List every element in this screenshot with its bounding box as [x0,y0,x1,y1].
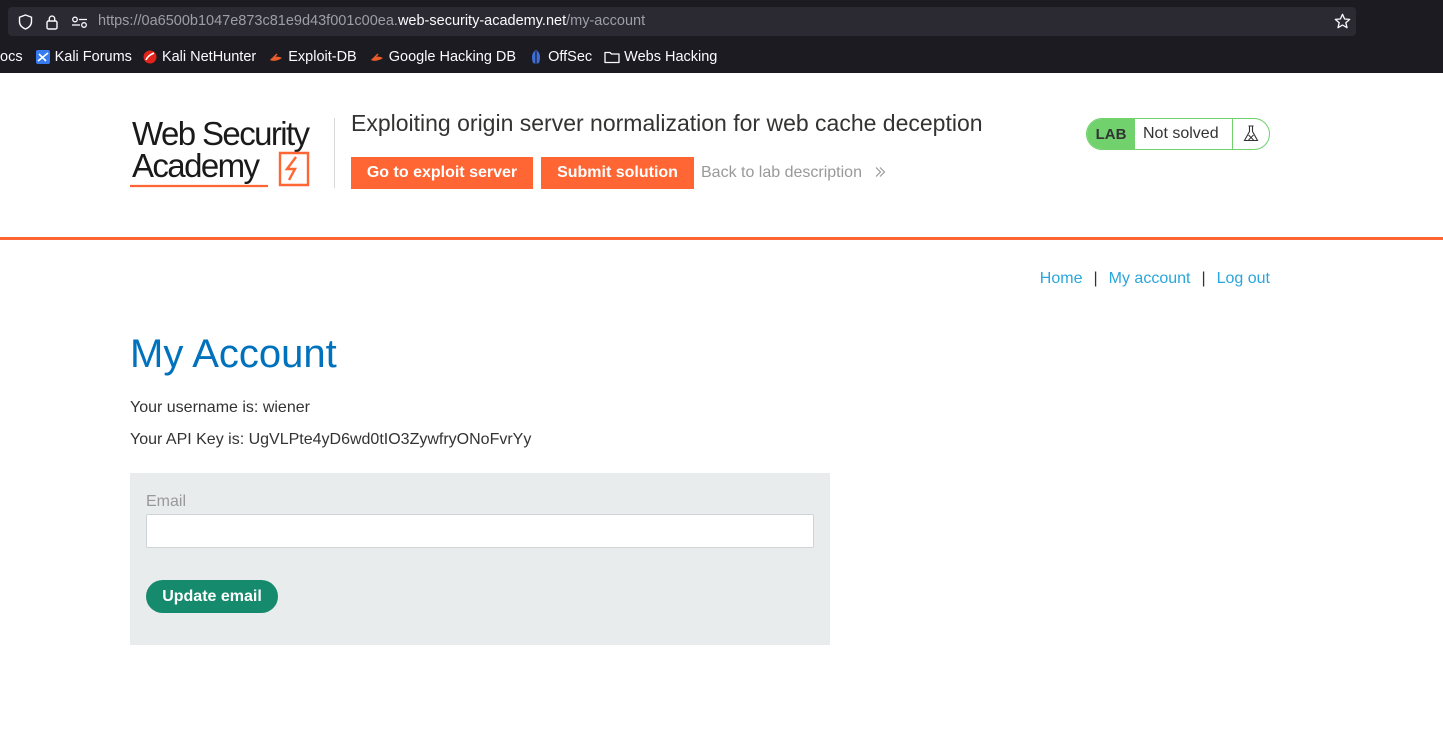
submit-solution-button[interactable]: Submit solution [541,157,694,189]
exploit-db-icon [268,49,284,65]
lab-title: Exploiting origin server normalization f… [351,110,983,136]
nav-home-link[interactable]: Home [1040,270,1083,288]
url-path: /my-account [566,13,646,29]
nav-separator: | [1201,270,1206,287]
lab-status-tag: LAB [1087,119,1135,149]
update-email-button[interactable]: Update email [146,580,278,613]
web-security-academy-logo[interactable]: Web Security Academy [130,115,330,190]
go-to-exploit-server-button[interactable]: Go to exploit server [351,157,533,189]
bookmark-label: Kali NetHunter [161,48,257,65]
folder-icon [604,49,620,65]
bookmark-star-icon[interactable] [1330,7,1354,36]
lab-status-widget: LAB Not solved [1086,118,1270,150]
email-label: Email [146,493,187,510]
flask-icon [1233,119,1269,149]
nethunter-icon [142,49,158,65]
nav-separator: | [1093,270,1098,287]
bookmark-label: Google Hacking DB [388,48,517,65]
bookmark-label: Webs Hacking [624,48,718,65]
username-text: Your username is: wiener [130,399,310,416]
offsec-icon [528,49,544,65]
bookmark-offsec[interactable]: OffSec [528,44,592,69]
browser-chrome: https://0a6500b1047e873c81e9d43f001c00ea… [0,0,1443,73]
account-nav: Home | My account | Log out [1040,270,1270,288]
nav-my-account-link[interactable]: My account [1109,270,1191,288]
logo-underline [130,184,268,188]
bookmark-docs[interactable]: ocs [0,44,23,69]
url-host: web-security-academy.net [397,13,567,29]
header-separator [0,237,1443,240]
bookmark-label: ocs [0,48,23,65]
bookmark-kali-forums[interactable]: Kali Forums [35,44,132,69]
lightning-logo-icon [278,151,310,187]
kali-forums-icon [35,49,51,65]
bookmark-folder-webs-hacking[interactable]: Webs Hacking [604,44,717,69]
double-chevron-right-icon [874,164,886,181]
permissions-icon[interactable] [70,7,88,36]
shield-icon[interactable] [16,7,34,36]
bookmarks-toolbar: ocs Kali Forums Kali NetHunter Exploit-D… [0,44,717,69]
bookmark-exploit-db[interactable]: Exploit-DB [268,44,357,69]
ghdb-icon [369,49,385,65]
back-link-label: Back to lab description [701,164,862,181]
bookmark-label: OffSec [548,48,593,65]
nav-log-out-link[interactable]: Log out [1217,270,1270,288]
url-text[interactable]: https://0a6500b1047e873c81e9d43f001c00ea… [98,7,645,36]
page-title: My Account [130,332,337,376]
bookmark-label: Kali Forums [54,48,132,65]
lock-icon[interactable] [44,7,60,36]
back-to-lab-description-link[interactable]: Back to lab description [701,157,886,189]
email-field[interactable] [146,514,814,548]
bookmark-label: Exploit-DB [288,48,357,65]
lab-status-text: Not solved [1135,119,1233,149]
logo-line-2: Academy [132,147,260,184]
address-bar[interactable]: https://0a6500b1047e873c81e9d43f001c00ea… [8,7,1356,36]
url-prefix: https://0a6500b1047e873c81e9d43f001c00ea… [98,13,398,29]
change-email-form: Email Update email [130,473,830,645]
header-divider [334,118,335,188]
bookmark-google-hacking-db[interactable]: Google Hacking DB [369,44,516,69]
bookmark-kali-nethunter[interactable]: Kali NetHunter [142,44,256,69]
api-key-text: Your API Key is: UgVLPte4yD6wd0tIO3Zywfr… [130,431,532,448]
